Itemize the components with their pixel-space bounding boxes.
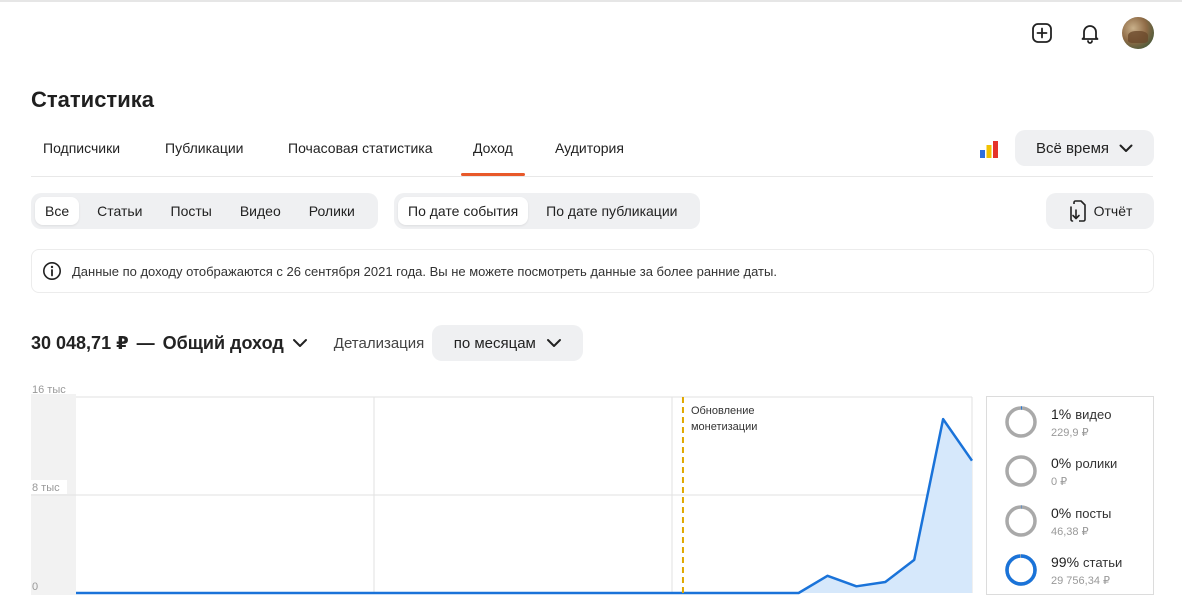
info-icon — [43, 262, 61, 280]
tab-audience[interactable]: Аудитория — [543, 128, 636, 175]
ytick-label: 0 — [32, 581, 38, 593]
filter-by-event-date[interactable]: По дате события — [398, 197, 529, 225]
legend-label: 0% ролики — [1051, 455, 1117, 471]
income-chart: 16 тыс 8 тыс 0 Обновление монетизации — [31, 380, 974, 595]
legend-amount: 29 756,34 ₽ — [1051, 574, 1110, 587]
legend-amount: 46,38 ₽ — [1051, 525, 1089, 538]
info-text: Данные по доходу отображаются с 26 сентя… — [72, 263, 777, 279]
date-mode-filter: По дате события По дате публикации — [394, 193, 700, 229]
filter-posts[interactable]: Посты — [161, 197, 222, 225]
share-donut-icon — [1005, 406, 1037, 438]
income-series-line — [76, 417, 974, 595]
legend-item-ролики: 0% ролики 0 ₽ — [1004, 454, 1117, 488]
content-type-filter: Все Статьи Посты Видео Ролики — [31, 193, 378, 229]
page-title: Статистика — [31, 87, 154, 112]
filter-articles[interactable]: Статьи — [87, 197, 152, 225]
filter-all[interactable]: Все — [35, 197, 80, 225]
legend-percent: 1% — [1051, 405, 1072, 422]
legend-label: 99% статьи — [1051, 554, 1122, 570]
legend-text: 0% ролики 0 ₽ — [1051, 455, 1117, 488]
share-donut-segment — [1005, 554, 1037, 586]
share-donut-icon — [1005, 455, 1037, 487]
filter-video[interactable]: Видео — [230, 197, 291, 225]
legend-amount: 229,9 ₽ — [1051, 426, 1089, 439]
chevron-down-icon — [292, 339, 307, 347]
monetization-update-label: Обновление монетизации — [691, 405, 757, 433]
top-divider — [0, 0, 1182, 2]
bar-chart-logo-icon — [980, 141, 998, 158]
bell-icon[interactable] — [1074, 17, 1106, 49]
tab-income[interactable]: Доход — [461, 128, 525, 176]
legend-category: видео — [1075, 406, 1112, 422]
total-row: 30 048,71 ₽ — Общий доход Детализация по… — [31, 325, 584, 361]
period-dropdown[interactable]: Всё время — [1015, 130, 1154, 166]
income-area-fill — [76, 419, 972, 593]
report-label: Отчёт — [1093, 203, 1133, 219]
legend-category: статьи — [1083, 554, 1123, 570]
legend-label: 1% видео — [1051, 406, 1111, 422]
report-button[interactable]: Отчёт — [1046, 193, 1154, 229]
legend-category: ролики — [1075, 455, 1118, 471]
series-layer — [76, 417, 974, 595]
report-download-icon — [1069, 200, 1086, 222]
total-income-dropdown[interactable]: 30 048,71 ₽ — Общий доход — [31, 333, 308, 354]
chevron-down-icon — [546, 339, 561, 347]
filter-by-publication-date[interactable]: По дате публикации — [536, 197, 687, 225]
filter-shorts[interactable]: Ролики — [299, 197, 365, 225]
legend-percent: 0% — [1051, 454, 1072, 471]
legend-item-статьи: 99% статьи 29 756,34 ₽ — [1004, 553, 1122, 587]
info-banner: Данные по доходу отображаются с 26 сентя… — [31, 249, 1154, 293]
tab-subscribers[interactable]: Подписчики — [31, 128, 132, 175]
share-donut-icon — [1005, 505, 1037, 537]
legend-item-посты: 0% посты 46,38 ₽ — [1004, 504, 1111, 538]
legend-percent: 0% — [1051, 504, 1072, 521]
detail-dropdown[interactable]: по месяцам — [432, 325, 584, 361]
period-label: Всё время — [1035, 139, 1110, 157]
tab-publications[interactable]: Публикации — [153, 128, 255, 175]
detail-label: Детализация — [333, 334, 425, 352]
ytick-label: 16 тыс — [32, 384, 66, 396]
topbar-actions — [1026, 17, 1154, 49]
legend-percent: 99% — [1051, 553, 1080, 570]
tab-hourly[interactable]: Почасовая статистика — [276, 128, 445, 175]
legend-label: 0% посты — [1051, 505, 1111, 521]
detail-value: по месяцам — [453, 334, 536, 352]
ytick-label: 8 тыс — [32, 482, 60, 494]
legend-item-видео: 1% видео 229,9 ₽ — [1004, 405, 1111, 439]
legend-text: 99% статьи 29 756,34 ₽ — [1051, 554, 1122, 587]
add-icon[interactable] — [1026, 17, 1058, 49]
total-label: Общий доход — [162, 332, 284, 353]
total-separator: — — [136, 332, 155, 353]
legend-category: посты — [1075, 505, 1112, 521]
legend-text: 0% посты 46,38 ₽ — [1051, 505, 1111, 538]
chevron-down-icon — [1119, 144, 1133, 152]
legend-text: 1% видео 229,9 ₽ — [1051, 406, 1111, 439]
avatar[interactable] — [1122, 17, 1154, 49]
total-value: 30 048,71 ₽ — [31, 332, 129, 353]
legend-amount: 0 ₽ — [1051, 475, 1068, 488]
revenue-breakdown-legend: 1% видео 229,9 ₽0% ролики 0 ₽0% посты 46,38 ₽9… — [986, 396, 1154, 595]
share-donut-icon — [1005, 554, 1037, 586]
